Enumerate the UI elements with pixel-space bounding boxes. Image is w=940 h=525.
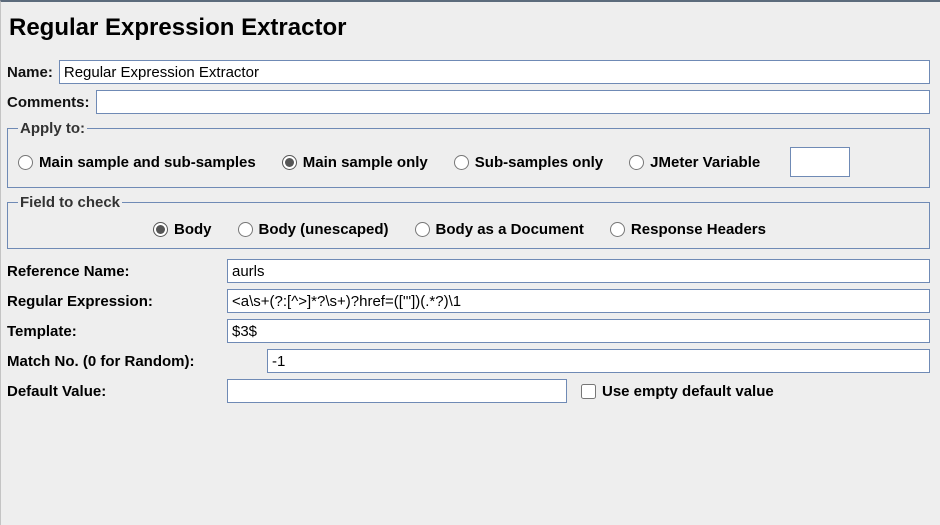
reference-name-label: Reference Name: xyxy=(7,263,227,280)
reference-name-input[interactable] xyxy=(227,259,930,283)
apply-to-label-jmeter-variable: JMeter Variable xyxy=(650,154,760,171)
match-no-input[interactable] xyxy=(267,349,930,373)
default-value-input[interactable] xyxy=(227,379,567,403)
jmeter-variable-input[interactable] xyxy=(790,147,850,177)
apply-to-option-jmeter-variable[interactable]: JMeter Variable xyxy=(629,154,760,171)
field-to-check-legend: Field to check xyxy=(18,194,122,211)
apply-to-fieldset: Apply to: Main sample and sub-samples Ma… xyxy=(7,120,930,188)
apply-to-label-main-and-sub: Main sample and sub-samples xyxy=(39,154,256,171)
regular-expression-label: Regular Expression: xyxy=(7,293,227,310)
field-radio-response-headers[interactable] xyxy=(610,222,625,237)
apply-to-label-main-only: Main sample only xyxy=(303,154,428,171)
field-option-body-document[interactable]: Body as a Document xyxy=(415,221,584,238)
use-empty-default-checkbox-row[interactable]: Use empty default value xyxy=(581,383,774,400)
field-label-body-unescaped: Body (unescaped) xyxy=(259,221,389,238)
apply-to-option-main-and-sub[interactable]: Main sample and sub-samples xyxy=(18,154,256,171)
use-empty-default-label: Use empty default value xyxy=(602,383,774,400)
default-value-label: Default Value: xyxy=(7,383,227,400)
apply-to-option-sub-only[interactable]: Sub-samples only xyxy=(454,154,603,171)
field-radio-body[interactable] xyxy=(153,222,168,237)
template-input[interactable] xyxy=(227,319,930,343)
apply-to-radio-main-only[interactable] xyxy=(282,155,297,170)
match-no-label: Match No. (0 for Random): xyxy=(7,353,267,370)
field-option-response-headers[interactable]: Response Headers xyxy=(610,221,766,238)
name-label: Name: xyxy=(7,64,53,81)
apply-to-legend: Apply to: xyxy=(18,120,87,137)
apply-to-option-main-only[interactable]: Main sample only xyxy=(282,154,428,171)
comments-label: Comments: xyxy=(7,94,90,111)
apply-to-radio-sub-only[interactable] xyxy=(454,155,469,170)
apply-to-radio-jmeter-variable[interactable] xyxy=(629,155,644,170)
field-label-response-headers: Response Headers xyxy=(631,221,766,238)
name-input[interactable] xyxy=(59,60,930,84)
apply-to-label-sub-only: Sub-samples only xyxy=(475,154,603,171)
field-label-body: Body xyxy=(174,221,212,238)
field-label-body-document: Body as a Document xyxy=(436,221,584,238)
template-label: Template: xyxy=(7,323,227,340)
comments-input[interactable] xyxy=(96,90,930,114)
use-empty-default-checkbox[interactable] xyxy=(581,384,596,399)
regular-expression-input[interactable] xyxy=(227,289,930,313)
field-option-body[interactable]: Body xyxy=(153,221,212,238)
field-radio-body-unescaped[interactable] xyxy=(238,222,253,237)
page-title: Regular Expression Extractor xyxy=(9,14,928,42)
field-radio-body-document[interactable] xyxy=(415,222,430,237)
field-option-body-unescaped[interactable]: Body (unescaped) xyxy=(238,221,389,238)
apply-to-radio-main-and-sub[interactable] xyxy=(18,155,33,170)
field-to-check-fieldset: Field to check Body Body (unescaped) Bod… xyxy=(7,194,930,249)
